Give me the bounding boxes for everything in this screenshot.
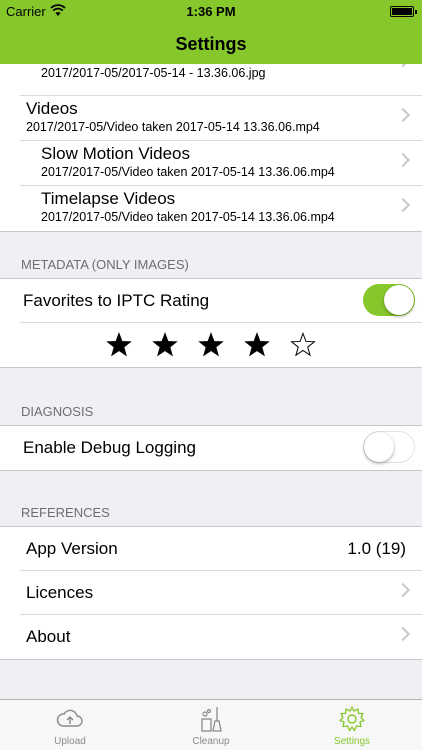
references-section-header: REFERENCES bbox=[21, 505, 110, 520]
cloud-upload-icon bbox=[56, 709, 83, 727]
navigation-bar: Settings bbox=[0, 22, 422, 64]
cleanup-icon bbox=[201, 707, 222, 732]
list-item-slow-motion-videos[interactable]: Slow Motion Videos 2017/2017-05/Video ta… bbox=[20, 141, 422, 186]
tab-settings[interactable]: Settings bbox=[282, 700, 422, 750]
favorites-iptc-row: Favorites to IPTC Rating bbox=[20, 279, 422, 323]
tab-upload[interactable]: Upload bbox=[0, 700, 140, 750]
chevron-right-icon bbox=[395, 197, 411, 213]
app-version-label: App Version bbox=[26, 539, 118, 558]
app-version-value: 1.0 (19) bbox=[347, 539, 406, 558]
videos-label: Videos bbox=[26, 99, 78, 118]
diagnosis-section-header: DIAGNOSIS bbox=[21, 404, 94, 419]
rating-row bbox=[0, 323, 422, 367]
references-group: App Version 1.0 (19) Licences About bbox=[0, 526, 422, 660]
star-filled-icon[interactable] bbox=[198, 332, 224, 358]
licences-label: Licences bbox=[26, 583, 94, 602]
path-settings-group: 2017/2017-05/2017-05-14 - 13.36.06.jpg V… bbox=[0, 64, 422, 232]
battery-icon bbox=[390, 6, 417, 17]
metadata-section-header: METADATA (ONLY IMAGES) bbox=[21, 257, 189, 272]
metadata-group: Favorites to IPTC Rating bbox=[0, 278, 422, 368]
gear-icon bbox=[339, 706, 365, 732]
timelapse-path: 2017/2017-05/Video taken 2017-05-14 13.3… bbox=[41, 210, 335, 224]
page-title: Settings bbox=[175, 34, 247, 54]
toggle-knob bbox=[384, 285, 414, 315]
slow-motion-path: 2017/2017-05/Video taken 2017-05-14 13.3… bbox=[41, 165, 335, 179]
debug-logging-label: Enable Debug Logging bbox=[23, 438, 196, 457]
rating-stars bbox=[0, 323, 422, 367]
star-filled-icon[interactable] bbox=[106, 332, 132, 358]
star-filled-icon[interactable] bbox=[152, 332, 178, 358]
slow-motion-label: Slow Motion Videos bbox=[41, 144, 190, 163]
tab-cleanup-label: Cleanup bbox=[192, 736, 230, 747]
status-time: 1:36 PM bbox=[186, 4, 236, 19]
diagnosis-group: Enable Debug Logging bbox=[0, 425, 422, 471]
chevron-right-icon bbox=[395, 152, 411, 168]
licences-row[interactable]: Licences bbox=[20, 571, 422, 615]
list-item-timelapse-videos[interactable]: Timelapse Videos 2017/2017-05/Video take… bbox=[20, 186, 422, 231]
tab-settings-label: Settings bbox=[333, 736, 371, 747]
timelapse-label: Timelapse Videos bbox=[41, 189, 176, 208]
chevron-right-icon bbox=[395, 64, 411, 68]
list-item-photos-partial[interactable]: 2017/2017-05/2017-05-14 - 13.36.06.jpg bbox=[20, 64, 422, 96]
list-item-videos[interactable]: Videos 2017/2017-05/Video taken 2017-05-… bbox=[20, 96, 422, 141]
debug-logging-toggle[interactable] bbox=[363, 431, 415, 463]
app-version-row: App Version 1.0 (19) bbox=[20, 527, 422, 571]
favorites-iptc-label: Favorites to IPTC Rating bbox=[23, 291, 210, 310]
path-example: 2017/2017-05/2017-05-14 - 13.36.06.jpg bbox=[41, 66, 266, 80]
about-row[interactable]: About bbox=[20, 615, 422, 659]
chevron-right-icon bbox=[395, 582, 411, 598]
chevron-right-icon bbox=[395, 107, 411, 123]
star-filled-icon[interactable] bbox=[244, 332, 270, 358]
toggle-knob bbox=[364, 432, 394, 462]
videos-path: 2017/2017-05/Video taken 2017-05-14 13.3… bbox=[26, 120, 320, 134]
chevron-right-icon bbox=[395, 626, 411, 642]
star-empty-icon[interactable] bbox=[290, 332, 316, 358]
favorites-iptc-toggle[interactable] bbox=[363, 284, 415, 316]
tab-cleanup[interactable]: Cleanup bbox=[141, 700, 281, 750]
tab-bar: Upload Cleanup Settings bbox=[0, 699, 422, 750]
status-bar: Carrier 1:36 PM bbox=[0, 0, 422, 22]
about-label: About bbox=[26, 627, 71, 646]
debug-logging-row: Enable Debug Logging bbox=[20, 426, 422, 470]
tab-upload-label: Upload bbox=[54, 736, 86, 747]
settings-list[interactable]: 2017/2017-05/2017-05-14 - 13.36.06.jpg V… bbox=[0, 64, 422, 699]
